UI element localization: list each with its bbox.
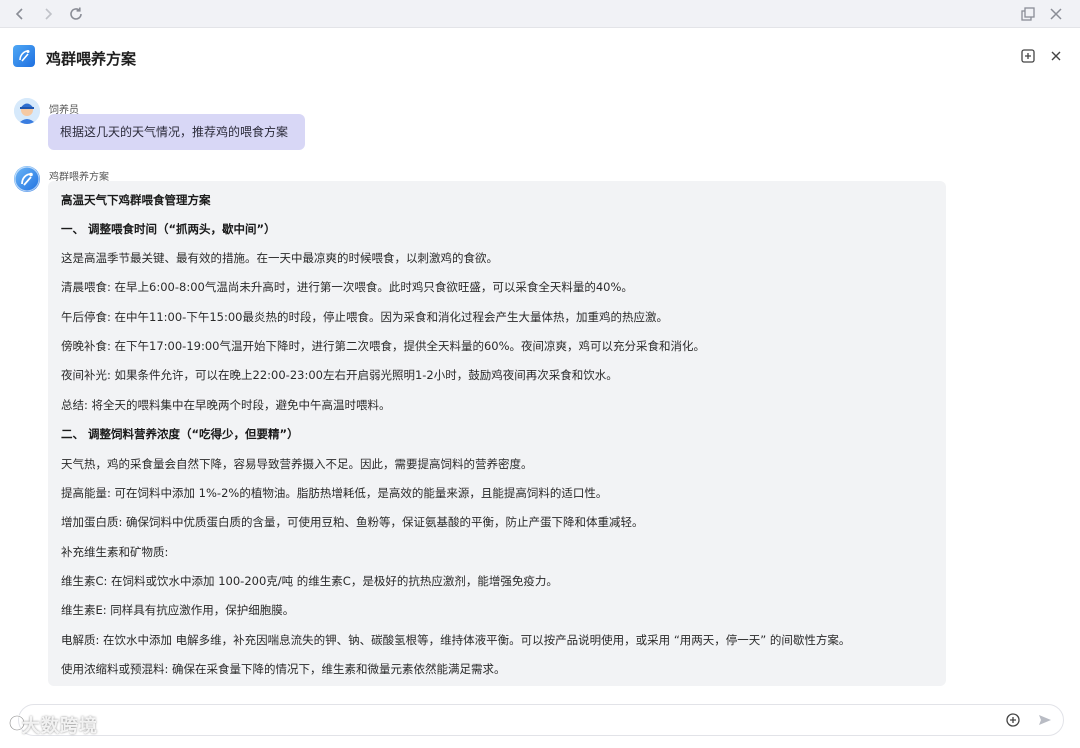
response-title: 高温天气下鸡群喂食管理方案 [61, 193, 211, 207]
watermark: 大数跨境 [22, 716, 98, 737]
paragraph: 午后停食: 在中午11:00-下午15:00最炎热的时段，停止喂食。因为采食和消… [61, 310, 668, 324]
paragraph: 电解质: 在饮水中添加 电解多维，补充因喘息流失的钾、钠、碳酸氢根等，维持体液平… [61, 633, 851, 647]
send-icon[interactable] [1037, 712, 1053, 728]
bot-avatar [14, 166, 40, 192]
user-message-bubble: 根据这几天的天气情况，推荐鸡的喂食方案 [48, 114, 305, 150]
attach-icon[interactable] [1005, 712, 1021, 728]
popout-icon[interactable] [1018, 4, 1038, 24]
paragraph: 提高能量: 可在饲料中添加 1%-2%的植物油。脂肪热增耗低，是高效的能量来源，… [61, 486, 608, 500]
paragraph: 维生素C: 在饲料或饮水中添加 100-200克/吨 的维生素C，是极好的抗热应… [61, 574, 558, 588]
forward-icon[interactable] [38, 4, 58, 24]
section-heading: 二、 调整饲料营养浓度（“吃得少，但要精”） [61, 427, 299, 441]
paragraph: 总结: 将全天的喂料集中在早晚两个时段，避免中午高温时喂料。 [61, 398, 391, 412]
paragraph: 这是高温季节最关键、最有效的措施。在一天中最凉爽的时候喂食，以刺激鸡的食欲。 [61, 251, 498, 265]
reload-icon[interactable] [66, 4, 86, 24]
chat-input[interactable] [49, 712, 993, 730]
user-avatar [14, 98, 40, 124]
close-icon[interactable] [1048, 48, 1064, 64]
window-close-icon[interactable] [1046, 4, 1066, 24]
paragraph: 增加蛋白质: 确保饲料中优质蛋白质的含量，可使用豆粕、鱼粉等，保证氨基酸的平衡，… [61, 515, 644, 529]
page-title: 鸡群喂养方案 [46, 50, 137, 68]
section-heading: 一、 调整喂食时间（“抓两头，歇中间”） [61, 222, 276, 236]
back-icon[interactable] [10, 4, 30, 24]
paragraph: 清晨喂食: 在早上6:00-8:00气温尚未升高时，进行第一次喂食。此时鸡只食欲… [61, 280, 633, 294]
paragraph: 傍晚补食: 在下午17:00-19:00气温开始下降时，进行第二次喂食，提供全天… [61, 339, 706, 353]
paragraph: 天气热，鸡的采食量会自然下降，容易导致营养摄入不足。因此，需要提高饲料的营养密度… [61, 457, 533, 471]
paragraph: 维生素E: 同样具有抗应激作用，保护细胞膜。 [61, 603, 295, 617]
chat-input-bar [18, 704, 1064, 736]
bot-message-card: 高温天气下鸡群喂食管理方案 一、 调整喂食时间（“抓两头，歇中间”） 这是高温季… [48, 181, 946, 686]
paragraph: 使用浓缩料或预混料: 确保在采食量下降的情况下，维生素和微量元素依然能满足需求。 [61, 662, 506, 676]
new-chat-icon[interactable] [1020, 48, 1036, 64]
app-logo [13, 45, 35, 67]
paragraph: 夜间补光: 如果条件允许，可以在晚上22:00-23:00左右开启弱光照明1-2… [61, 368, 618, 382]
browser-toolbar [0, 0, 1080, 28]
paragraph: 补充维生素和矿物质: [61, 545, 169, 559]
app-header: 鸡群喂养方案 [0, 28, 1080, 88]
